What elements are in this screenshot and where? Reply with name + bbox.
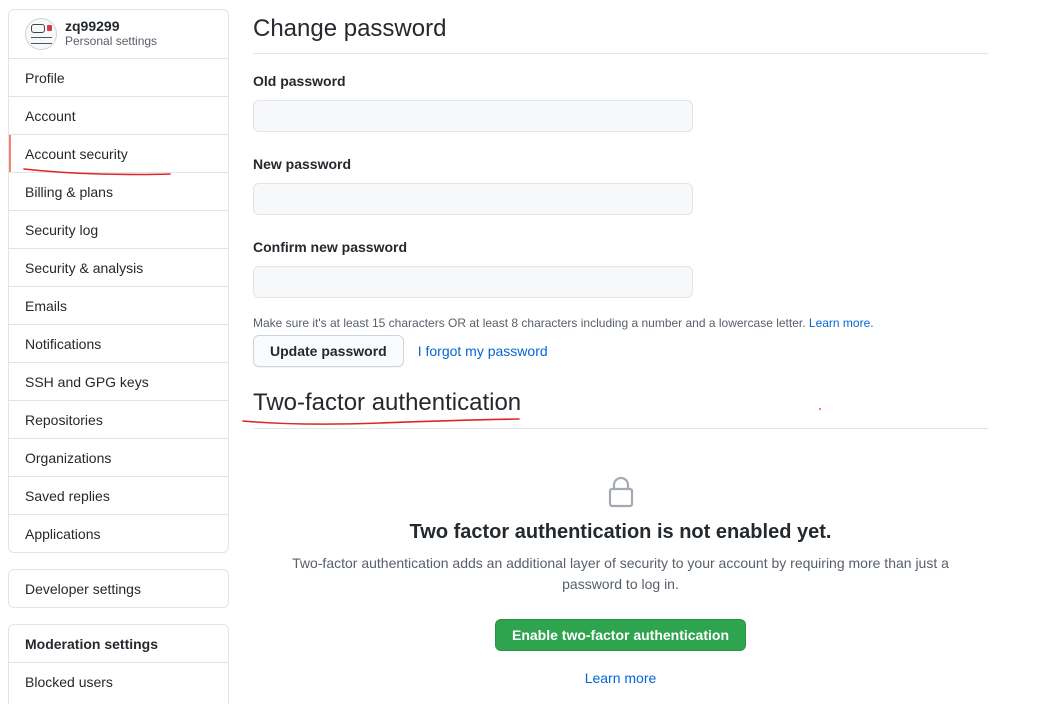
sidebar-item-billing[interactable]: Billing & plans	[9, 173, 228, 211]
user-info: zq99299 Personal settings	[65, 19, 157, 49]
old-password-label: Old password	[253, 73, 346, 89]
two-factor-description: Two-factor authentication adds an additi…	[292, 555, 949, 592]
confirm-password-input[interactable]	[253, 266, 693, 298]
confirm-password-group: Confirm new password	[253, 237, 988, 298]
two-factor-header: Two-factor authentication	[253, 388, 988, 429]
old-password-group: Old password	[253, 71, 988, 132]
username: zq99299	[65, 18, 120, 34]
new-password-group: New password	[253, 154, 988, 215]
new-password-input[interactable]	[253, 183, 693, 215]
sidebar-item-applications[interactable]: Applications	[9, 515, 228, 552]
new-password-label: New password	[253, 156, 352, 172]
two-factor-learn-more-link[interactable]: Learn more	[253, 670, 988, 686]
sidebar-item-ssh-gpg-keys[interactable]: SSH and GPG keys	[9, 363, 228, 401]
user-header[interactable]: zq99299 Personal settings	[9, 10, 228, 59]
password-requirements-note: Make sure it's at least 15 characters OR…	[253, 315, 988, 331]
change-password-header: Change password	[253, 0, 988, 54]
moderation-menu: Moderation settings Blocked users	[8, 624, 229, 704]
sidebar-item-account[interactable]: Account	[9, 97, 228, 135]
settings-menu: zq99299 Personal settings Profile Accoun…	[8, 9, 229, 553]
sidebar-item-blocked-users[interactable]: Blocked users	[9, 663, 228, 701]
developer-menu: Developer settings	[8, 569, 229, 608]
sidebar-item-saved-replies[interactable]: Saved replies	[9, 477, 228, 515]
sidebar-item-account-security[interactable]: Account security	[9, 135, 228, 173]
sidebar-item-notifications[interactable]: Notifications	[9, 325, 228, 363]
forgot-password-link[interactable]: I forgot my password	[418, 343, 548, 359]
password-actions: Update password I forgot my password	[253, 335, 988, 367]
sidebar-item-developer-settings[interactable]: Developer settings	[9, 570, 228, 607]
sidebar-item-profile[interactable]: Profile	[9, 59, 228, 97]
lock-icon	[608, 476, 633, 508]
sidebar-item-emails[interactable]: Emails	[9, 287, 228, 325]
main-content: Change password Old password New passwor…	[253, 0, 988, 686]
avatar	[25, 18, 57, 50]
sidebar-item-security-analysis[interactable]: Security & analysis	[9, 249, 228, 287]
password-note-text: Make sure it's at least 15 characters OR…	[253, 316, 806, 330]
user-subtitle: Personal settings	[65, 34, 158, 48]
two-factor-status-heading: Two factor authentication is not enabled…	[409, 521, 832, 543]
moderation-heading: Moderation settings	[9, 625, 228, 663]
confirm-password-label: Confirm new password	[253, 239, 408, 255]
password-learn-more-link[interactable]: Learn more.	[809, 316, 874, 330]
enable-two-factor-button[interactable]: Enable two-factor authentication	[494, 619, 746, 651]
change-password-title: Change password	[253, 15, 447, 42]
two-factor-blankslate: Two factor authentication is not enabled…	[253, 476, 988, 686]
two-factor-title: Two-factor authentication	[253, 389, 522, 416]
sidebar-item-organizations[interactable]: Organizations	[9, 439, 228, 477]
sidebar-item-repositories[interactable]: Repositories	[9, 401, 228, 439]
update-password-button[interactable]: Update password	[253, 335, 404, 367]
old-password-input[interactable]	[253, 100, 693, 132]
sidebar-item-security-log[interactable]: Security log	[9, 211, 228, 249]
